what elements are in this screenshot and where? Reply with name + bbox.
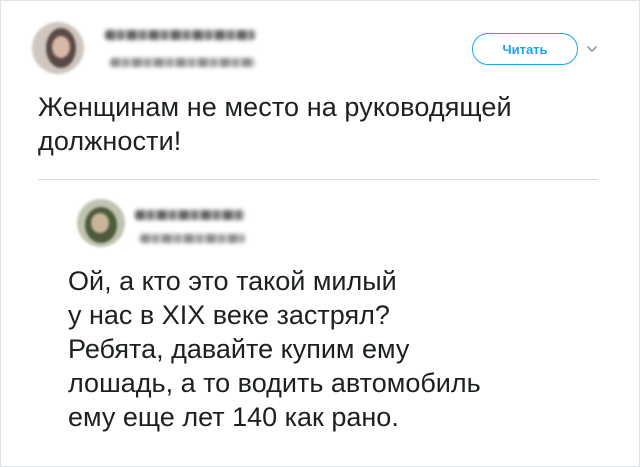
reply-author-avatar[interactable] [77,199,125,247]
author-name-blurred [105,30,255,40]
tweet-text: Женщинам не место на руководящей должнос… [38,92,512,156]
author-handle-blurred [110,58,255,67]
reply-author-name-blurred [135,210,245,220]
author-avatar[interactable] [32,22,84,74]
reply-text: Ой, а кто это такой милый у нас в XIX ве… [68,266,481,432]
divider [38,179,598,180]
follow-button[interactable]: Читать [472,33,578,65]
chevron-down-icon[interactable] [585,42,599,56]
reply-author-handle-blurred [140,234,245,243]
